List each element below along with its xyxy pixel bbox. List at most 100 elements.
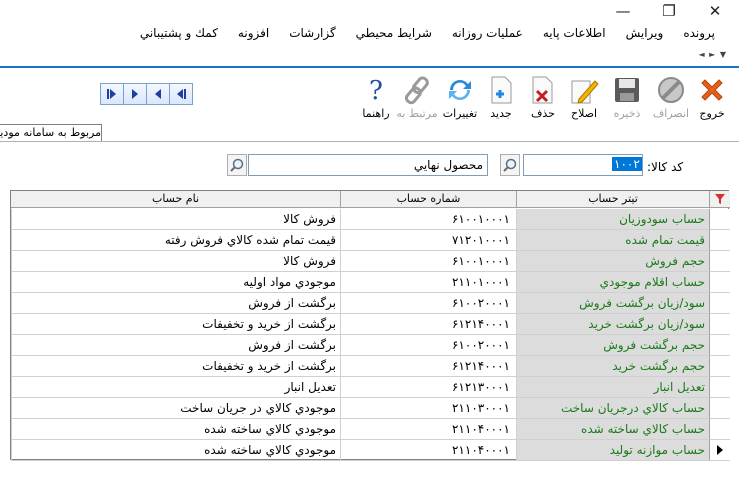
cell-account-title: سود/زيان برگشت فروش — [516, 293, 709, 314]
row-indicator[interactable] — [709, 293, 730, 314]
menu-basic-info[interactable]: اطلاعات پايه — [533, 26, 616, 40]
link-icon — [402, 74, 432, 106]
table-row[interactable]: فروش كالا ۶۱۰۰۱۰۰۰۱ حساب سودوزيان — [11, 209, 730, 230]
delete-button[interactable]: حذف — [523, 74, 563, 122]
cell-account-name[interactable]: موجودي كالاي در جريان ساخت — [11, 398, 340, 419]
edit-button[interactable]: اصلاح — [564, 74, 604, 122]
cell-account-number[interactable]: ۲۱۱۰۱۰۰۰۱ — [340, 272, 516, 293]
column-header-title[interactable]: تيتر حساب — [516, 191, 709, 208]
row-indicator[interactable] — [709, 377, 730, 398]
refresh-icon — [445, 74, 475, 106]
table-row[interactable]: موجودي مواد اوليه ۲۱۱۰۱۰۰۰۱ حساب اقلام موج… — [11, 272, 730, 293]
current-row-arrow-icon — [717, 445, 723, 455]
cell-account-title: تعديل انبار — [516, 377, 709, 398]
tab-tax-system[interactable]: مربوط به سامانه مودیان — [0, 124, 102, 142]
table-row[interactable]: موجودي كالاي در جريان ساخت ۲۱۱۰۳۰۰۰۱ حساب … — [11, 398, 730, 419]
menu-edit[interactable]: ويرايش — [616, 26, 674, 40]
row-indicator[interactable] — [709, 419, 730, 440]
table-row[interactable]: موجودي كالاي ساخته شده ۲۱۱۰۴۰۰۰۱ حساب كالا… — [11, 419, 730, 440]
column-header-name[interactable]: نام حساب — [11, 191, 340, 208]
first-record-button[interactable] — [169, 83, 193, 105]
cell-account-name[interactable]: موجودي كالاي ساخته شده — [11, 440, 340, 461]
cell-account-number[interactable]: ۲۱۱۰۴۰۰۰۱ — [340, 440, 516, 461]
cell-account-number[interactable]: ۶۱۲۱۳۰۰۰۱ — [340, 377, 516, 398]
cell-account-number[interactable]: ۶۱۰۰۱۰۰۰۱ — [340, 251, 516, 272]
product-name-field[interactable]: محصول نهايي — [248, 154, 488, 176]
delete-label: حذف — [531, 107, 555, 120]
minimize-button[interactable]: — — [600, 0, 646, 22]
row-indicator[interactable] — [709, 230, 730, 251]
cell-account-name[interactable]: موجودي مواد اوليه — [11, 272, 340, 293]
product-code-input[interactable]: ۱۰۰۲ — [523, 154, 643, 176]
table-row[interactable]: برگشت از خريد و تخفيفات ۶۱۲۱۴۰۰۰۱ حجم برگش… — [11, 356, 730, 377]
cell-account-name[interactable]: تعديل انبار — [11, 377, 340, 398]
cell-account-title: حساب كالاي ساخته شده — [516, 419, 709, 440]
cell-account-number[interactable]: ۲۱۱۰۴۰۰۰۱ — [340, 419, 516, 440]
cell-account-number[interactable]: ۶۱۰۰۱۰۰۰۱ — [340, 209, 516, 230]
menu-addons[interactable]: افزونه — [228, 26, 279, 40]
changes-button[interactable]: تغييرات — [440, 74, 480, 122]
row-indicator[interactable] — [709, 314, 730, 335]
menu-daily-operations[interactable]: عمليات روزانه — [442, 26, 533, 40]
table-row[interactable]: موجودي كالاي ساخته شده ۲۱۱۰۴۰۰۰۱ حساب مواز… — [11, 440, 730, 461]
product-code-search-button[interactable] — [500, 154, 520, 176]
search-icon — [503, 158, 517, 172]
table-row[interactable]: تعديل انبار ۶۱۲۱۳۰۰۰۱ تعديل انبار — [11, 377, 730, 398]
cell-account-name[interactable]: برگشت از فروش — [11, 293, 340, 314]
cell-account-number[interactable]: ۶۱۰۰۲۰۰۰۱ — [340, 293, 516, 314]
row-indicator[interactable] — [709, 398, 730, 419]
maximize-button[interactable]: ❐ — [646, 0, 692, 22]
help-label: راهنما — [362, 107, 390, 120]
filter-button[interactable] — [709, 191, 730, 208]
next-record-button[interactable] — [123, 83, 147, 105]
cell-account-number[interactable]: ۶۱۲۱۴۰۰۰۱ — [340, 356, 516, 377]
cell-account-name[interactable]: برگشت از فروش — [11, 335, 340, 356]
cell-account-name[interactable]: برگشت از خريد و تخفيفات — [11, 356, 340, 377]
column-header-number[interactable]: شماره حساب — [340, 191, 516, 208]
exit-button[interactable]: خروج — [692, 74, 732, 122]
cell-account-number[interactable]: ۲۱۱۰۳۰۰۰۱ — [340, 398, 516, 419]
table-row[interactable]: فروش كالا ۶۱۰۰۱۰۰۰۱ حجم فروش — [11, 251, 730, 272]
table-row[interactable]: برگشت از فروش ۶۱۰۰۲۰۰۰۱ حجم برگشت فروش — [11, 335, 730, 356]
row-indicator[interactable] — [709, 272, 730, 293]
close-window-button[interactable]: ✕ — [692, 0, 738, 22]
last-record-button[interactable] — [100, 83, 124, 105]
row-indicator[interactable] — [709, 209, 730, 230]
table-row[interactable]: برگشت از فروش ۶۱۰۰۲۰۰۰۱ سود/زيان برگشت فرو… — [11, 293, 730, 314]
cell-account-number[interactable]: ۷۱۲۰۱۰۰۰۱ — [340, 230, 516, 251]
next-record-icon — [132, 89, 138, 99]
row-indicator[interactable] — [709, 335, 730, 356]
row-indicator[interactable] — [709, 356, 730, 377]
tab-divider — [0, 141, 739, 142]
menu-help-support[interactable]: كمك و پشتيباني — [130, 26, 228, 40]
exit-x-icon — [697, 74, 727, 106]
cell-account-title: حساب سودوزيان — [516, 209, 709, 230]
table-row[interactable]: قيمت تمام شده كالاي فروش رفته ۷۱۲۰۱۰۰۰۱ قي… — [11, 230, 730, 251]
product-name-search-button[interactable] — [227, 154, 247, 176]
cell-account-title: حساب موازنه توليد — [516, 440, 709, 461]
row-indicator[interactable] — [709, 440, 730, 461]
cell-account-name[interactable]: فروش كالا — [11, 209, 340, 230]
cell-account-name[interactable]: موجودي كالاي ساخته شده — [11, 419, 340, 440]
cell-account-title: حجم برگشت خريد — [516, 356, 709, 377]
table-row[interactable]: برگشت از خريد و تخفيفات ۶۱۲۱۴۰۰۰۱ سود/زيان… — [11, 314, 730, 335]
accounts-grid: نام حساب شماره حساب تيتر حساب فروش كالا ۶… — [10, 190, 730, 461]
delete-doc-icon — [528, 74, 558, 106]
help-button[interactable]: ? راهنما — [356, 74, 396, 122]
previous-record-button[interactable] — [146, 83, 170, 105]
cell-account-name[interactable]: قيمت تمام شده كالاي فروش رفته — [11, 230, 340, 251]
toolbar-overflow-arrows[interactable]: ◄ ► ▼ — [698, 50, 727, 59]
cell-account-title: قيمت تمام شده — [516, 230, 709, 251]
first-record-icon — [177, 89, 186, 99]
cell-account-number[interactable]: ۶۱۰۰۲۰۰۰۱ — [340, 335, 516, 356]
related-to-label: مرتبط به — [396, 107, 438, 120]
cell-account-number[interactable]: ۶۱۲۱۴۰۰۰۱ — [340, 314, 516, 335]
cell-account-name[interactable]: فروش كالا — [11, 251, 340, 272]
row-indicator[interactable] — [709, 251, 730, 272]
menu-environment[interactable]: شرايط محيطي — [346, 26, 442, 40]
cell-account-name[interactable]: برگشت از خريد و تخفيفات — [11, 314, 340, 335]
new-button[interactable]: جديد — [481, 74, 521, 122]
menu-reports[interactable]: گزارشات — [279, 26, 345, 40]
menu-file[interactable]: پرونده — [673, 26, 725, 40]
product-code-value: ۱۰۰۲ — [612, 157, 642, 171]
